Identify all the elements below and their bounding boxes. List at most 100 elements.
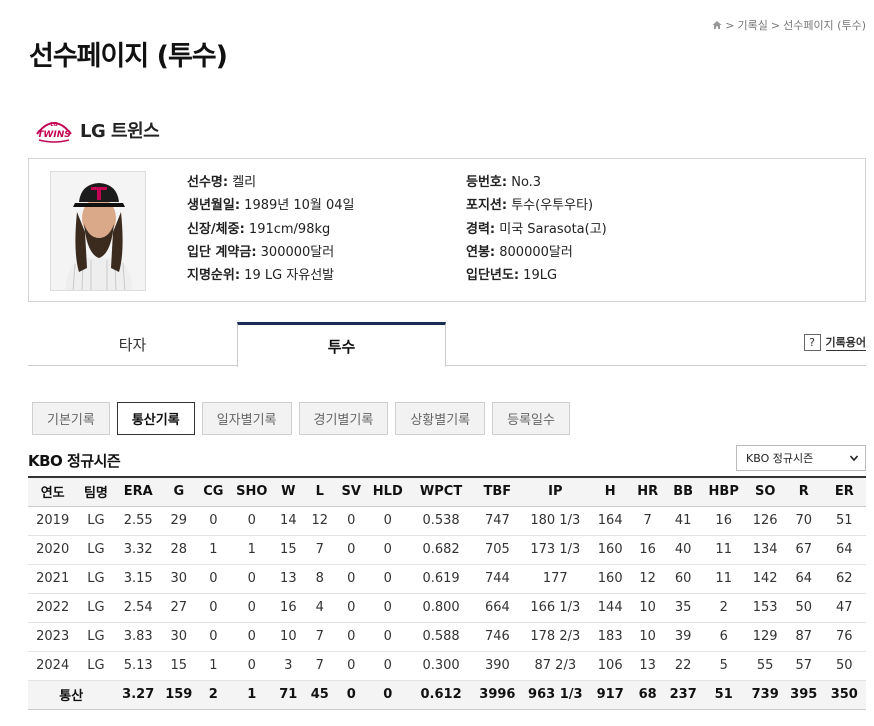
column-header: G [173, 484, 185, 500]
table-cell: 126 [745, 506, 785, 536]
column-header: R [798, 484, 809, 500]
player-photo [50, 171, 146, 291]
subtab-basic-records[interactable]: 기본기록 [32, 402, 110, 435]
height-weight-row: 신장/체중: 191cm/98kg [187, 218, 355, 241]
glossary-link[interactable]: ? 기록용어 [803, 334, 866, 351]
table-cell: 70 [784, 506, 823, 536]
table-cell: 27 [161, 593, 196, 623]
question-icon: ? [803, 334, 821, 351]
total-label: 통산 [28, 680, 115, 710]
column-header: HBP [708, 484, 739, 500]
table-cell: 0 [335, 680, 367, 710]
table-cell: 11 [701, 564, 746, 594]
label-position: 포지션: [466, 198, 508, 214]
table-cell: 1 [231, 680, 273, 710]
subtab-situation-records[interactable]: 상황별기록 [395, 402, 486, 435]
table-cell: 12 [304, 506, 336, 536]
label-birthdate: 생년월일: [187, 198, 241, 214]
table-cell: 2.55 [114, 506, 162, 536]
table-cell: 173 1/3 [521, 535, 590, 565]
back-number-row: 등번호: No.3 [466, 171, 607, 194]
table-cell: 22 [664, 651, 702, 681]
table-cell: 13 [272, 564, 305, 594]
table-cell: 390 [473, 651, 522, 681]
table-cell: 0.588 [408, 622, 474, 652]
subtab-career-records[interactable]: 통산기록 [116, 402, 195, 435]
draft-rank-row: 지명순위: 19 LG 자유선발 [187, 264, 355, 287]
salary-row: 연봉: 800000달러 [466, 241, 607, 264]
table-cell: 963 1/3 [521, 680, 590, 710]
breadcrumb-records[interactable]: 기록실 [737, 17, 767, 33]
table-cell: 0.300 [408, 651, 474, 681]
table-cell: 106 [589, 651, 631, 681]
label-entry-year: 입단년도: [466, 268, 520, 284]
table-cell: 55 [745, 651, 785, 681]
table-cell: 3996 [473, 680, 522, 710]
column-header: IP [548, 484, 563, 500]
table-cell: 71 [272, 680, 305, 710]
table-cell: 0 [367, 564, 409, 594]
table-cell: 29 [161, 506, 196, 536]
table-cell: 2022 [28, 593, 78, 623]
table-cell: 5 [701, 651, 746, 681]
column-header: L [315, 484, 324, 500]
table-cell: 0 [367, 651, 409, 681]
label-salary: 연봉: [466, 244, 496, 260]
column-header: CG [203, 484, 224, 500]
signing-bonus-row: 입단 계약금: 300000달러 [187, 241, 355, 264]
table-cell: 0 [335, 564, 367, 594]
table-cell: 62 [822, 564, 866, 594]
birthdate-row: 생년월일: 1989년 10월 04일 [187, 194, 355, 217]
value-player-name: 켈리 [228, 175, 257, 190]
table-cell: LG [77, 564, 115, 594]
table-cell: 180 1/3 [521, 506, 590, 536]
value-birthdate: 1989년 10월 04일 [240, 198, 355, 214]
table-cell: 159 [161, 680, 196, 710]
table-cell: 664 [473, 593, 522, 623]
section-title: KBO 정규시즌 [28, 452, 121, 470]
table-cell: 7 [304, 535, 336, 565]
page-title: 선수페이지 (투수) [29, 41, 228, 72]
table-cell: 39 [664, 622, 702, 652]
table-cell: 6 [701, 622, 746, 652]
tab-pitcher[interactable]: 투수 [237, 322, 446, 367]
table-cell: 0 [367, 535, 409, 565]
table-cell: 0.682 [408, 535, 474, 565]
breadcrumb-player-page[interactable]: 선수페이지 (투수) [783, 17, 866, 33]
table-cell: 15 [272, 535, 305, 565]
table-cell: 3.83 [114, 622, 162, 652]
home-icon[interactable] [712, 20, 722, 30]
label-career: 경력: [466, 221, 496, 237]
column-header: ER [834, 484, 854, 500]
player-info-left: 선수명: 켈리 생년월일: 1989년 10월 04일 신장/체중: 191cm… [187, 171, 355, 287]
column-header: SV [341, 484, 361, 500]
table-cell: 0 [195, 622, 232, 652]
table-cell: 0 [195, 593, 232, 623]
column-header: SHO [236, 484, 268, 500]
table-cell: 144 [589, 593, 631, 623]
table-cell: 57 [784, 651, 823, 681]
table-cell: 30 [161, 622, 196, 652]
table-cell: 87 2/3 [521, 651, 590, 681]
value-entry-year: 19LG [519, 268, 558, 284]
table-cell: 164 [589, 506, 631, 536]
table-cell: 15 [161, 651, 196, 681]
tab-batter[interactable]: 타자 [28, 322, 237, 366]
table-total-row: 통산 3.27 159 2 1 71 45 0 0 0.612 3996 963 1/3 917 68 23… [28, 680, 866, 710]
value-back-number: No.3 [507, 175, 542, 190]
table-row: 2024 LG 5.13 15 1 0 3 7 0 0 0.300 390 87 2/3 106 13 22 5… [28, 651, 866, 681]
table-cell: 64 [822, 535, 866, 565]
season-select[interactable]: KBO 정규시즌 [736, 445, 866, 471]
team-logo-icon: LG TWINS [36, 122, 72, 143]
column-header: H [604, 484, 616, 500]
table-cell: 744 [473, 564, 522, 594]
table-cell: 739 [745, 680, 785, 710]
subtab-game-records[interactable]: 경기별기록 [298, 402, 389, 435]
subtab-registration-days[interactable]: 등록일수 [492, 402, 570, 435]
subtab-daily-records[interactable]: 일자별기록 [201, 402, 292, 435]
career-row: 경력: 미국 Sarasota(고) [466, 218, 607, 241]
table-cell: 50 [784, 593, 823, 623]
table-cell: LG [77, 506, 115, 536]
table-cell: 0 [335, 506, 367, 536]
table-cell: 7 [304, 622, 336, 652]
